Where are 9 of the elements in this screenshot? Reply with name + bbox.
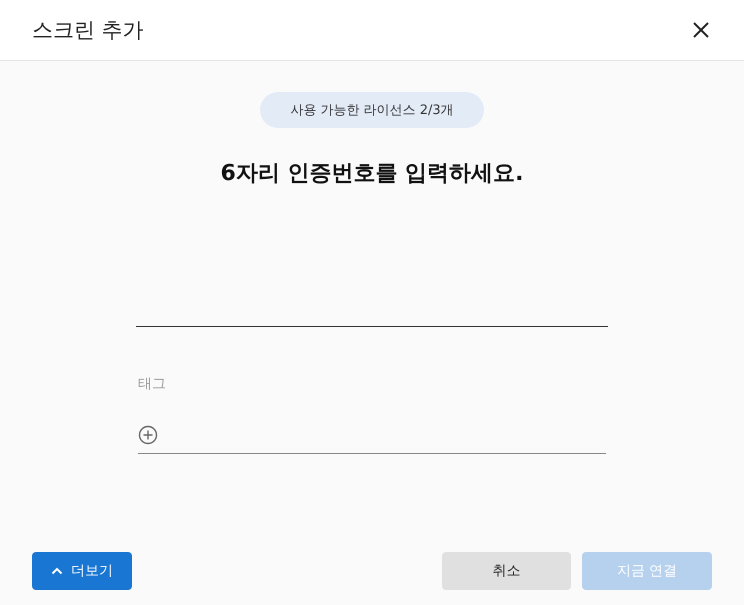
- heading: 6자리 인증번호를 입력하세요.: [220, 160, 524, 188]
- more-button[interactable]: 더보기: [32, 552, 132, 590]
- caret-up-icon: [51, 567, 63, 575]
- add-icon[interactable]: [138, 425, 158, 445]
- license-badge: 사용 가능한 라이선스 2/3개: [260, 92, 484, 128]
- cancel-button[interactable]: 취소: [442, 552, 571, 590]
- tag-label: 태그: [138, 375, 166, 393]
- dialog-title: 스크린 추가: [32, 17, 144, 44]
- close-icon[interactable]: [692, 21, 710, 39]
